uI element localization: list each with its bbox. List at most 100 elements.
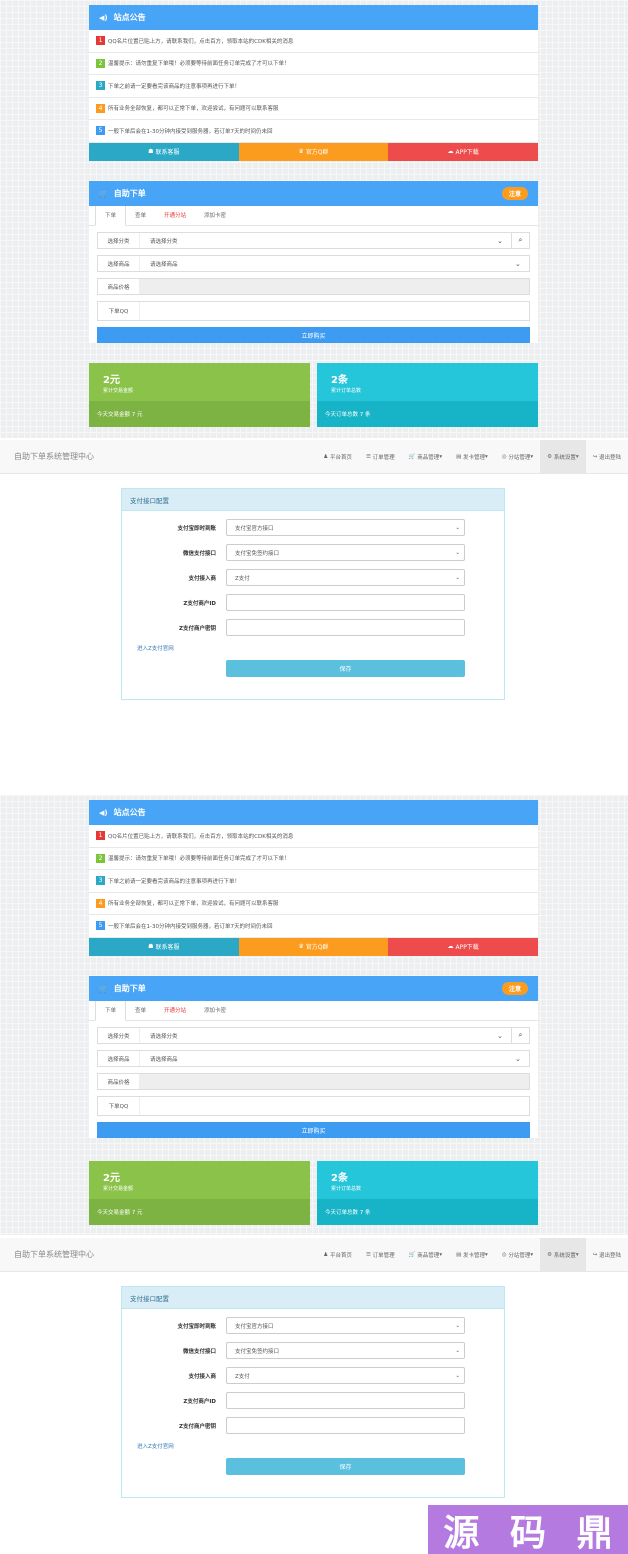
order-header: 🛒 自助下单 注意 <box>89 976 538 1001</box>
shop-section: ◀) 站点公告 1 QQ名片位置已贴上方，请联系我们，点击百方，领取本站的CDK相关… <box>0 795 628 1235</box>
tab-add-card[interactable]: 添加卡密 <box>195 211 235 225</box>
app-download-button[interactable]: ☁ APP下载 <box>388 937 539 956</box>
search-icon[interactable]: ⌕ <box>511 1028 529 1043</box>
chevron-down-icon: ⌄ <box>455 1322 460 1329</box>
wechat-select[interactable]: 支付宝免签约接口 ⌄ <box>226 1342 465 1359</box>
chevron-down-icon: ⌄ <box>515 259 521 268</box>
save-button[interactable]: 保存 <box>226 660 465 677</box>
nav-settings[interactable]: ⚙ 系统设置 ▾ <box>540 1238 586 1272</box>
chevron-down-icon: ⌄ <box>455 574 460 581</box>
merchant-key-input[interactable] <box>226 619 465 636</box>
chevron-down-icon: ⌄ <box>455 1347 460 1354</box>
chevron-down-icon: ⌄ <box>497 1031 503 1040</box>
speaker-icon: ◀) <box>99 13 108 22</box>
total-amount-card: 2元 累计交易金额 今天交易金额 7 元 <box>89 363 310 427</box>
tab-query[interactable]: 查单 <box>126 211 155 225</box>
notice-item: 2 温馨提示：请勿重复下单哦！必须要等待前面任务订单完成了才可以下单！ <box>89 848 538 870</box>
notice-item: 3 下单之前请一定要看完该商品的注意事项再进行下单！ <box>89 870 538 893</box>
buy-now-button[interactable]: 立即购买 <box>97 1122 530 1138</box>
search-icon[interactable]: ⌕ <box>511 233 529 248</box>
chevron-down-icon: ⌄ <box>455 524 460 531</box>
payment-config-panel: 支付接口配置 支付宝即时到账 支付宝官方接口 ⌄ 微信支付接口 支付宝免签约接口 ⌄ 支… <box>121 1286 505 1498</box>
product-select[interactable]: 选择商品 请选择商品 ⌄ <box>97 1050 530 1067</box>
notice-item: 4 所有业务全部恢复，都可以正常下单，欢迎尝试，有问题可以联系客服 <box>89 893 538 915</box>
product-select[interactable]: 选择商品 请选择商品 ⌄ <box>97 255 530 272</box>
tab-query[interactable]: 查单 <box>126 1006 155 1020</box>
brand[interactable]: 自助下单系统管理中心 <box>14 1249 94 1260</box>
price-field: 商品价格 <box>97 1073 530 1090</box>
merchant-key-input[interactable] <box>226 1417 465 1434</box>
nav-logout[interactable]: ↪ 退出登陆 <box>586 440 628 474</box>
announcement-header: ◀) 站点公告 <box>89 800 538 825</box>
nav-products[interactable]: 🛒 商品管理 ▾ <box>402 1238 449 1272</box>
save-button[interactable]: 保存 <box>226 1458 465 1475</box>
nav-substations[interactable]: ◎ 分站管理 ▾ <box>495 440 540 474</box>
nav-products[interactable]: 🛒 商品管理 ▾ <box>402 440 449 474</box>
contact-support-button[interactable]: ☗ 联系客服 <box>89 142 239 161</box>
payment-config-panel: 支付接口配置 支付宝即时到账 支付宝官方接口 ⌄ 微信支付接口 支付宝免签约接口 ⌄ 支… <box>121 488 505 700</box>
chevron-down-icon: ⌄ <box>515 1054 521 1063</box>
official-group-button[interactable]: ♛ 官方Q群 <box>238 142 389 161</box>
notice-pill-button[interactable]: 注意 <box>501 187 528 200</box>
nav-home[interactable]: ♟ 平台首页 <box>316 440 359 474</box>
notice-item: 5 一般下单后会在1-30分钟内接受到服务器，若订单7天的时间仍未回 <box>89 120 538 143</box>
cart-icon: 🛒 <box>99 984 108 993</box>
merchant-id-input[interactable] <box>226 594 465 611</box>
nav-orders[interactable]: ☰ 订单管理 <box>359 1238 402 1272</box>
chevron-down-icon: ⌄ <box>497 236 503 245</box>
panel-title: 支付接口配置 <box>122 1287 504 1309</box>
qq-input[interactable]: 下单QQ <box>97 1096 530 1116</box>
zpay-site-link[interactable]: 进入Z支付官网 <box>137 1442 504 1450</box>
admin-navbar: 自助下单系统管理中心 ♟ 平台首页 ☰ 订单管理 🛒 商品管理 ▾ ▤ 发卡管理 ▾… <box>0 440 628 474</box>
nav-substations[interactable]: ◎ 分站管理 ▾ <box>495 1238 540 1272</box>
merchant-id-input[interactable] <box>226 1392 465 1409</box>
chevron-down-icon: ⌄ <box>455 1372 460 1379</box>
order-panel: 🛒 自助下单 注意 下单 查单 开通分站 添加卡密 选择分类 请选择分类 ⌄ ⌕ 选择商品… <box>89 976 538 1138</box>
notice-item: 4 所有业务全部恢复，都可以正常下单，欢迎尝试，有问题可以联系客服 <box>89 98 538 120</box>
nav-cards[interactable]: ▤ 发卡管理 ▾ <box>449 440 495 474</box>
brand[interactable]: 自助下单系统管理中心 <box>14 451 94 462</box>
nav-orders[interactable]: ☰ 订单管理 <box>359 440 402 474</box>
announcement-panel: ◀) 站点公告 1 QQ名片位置已贴上方，请联系我们，点击百方，领取本站的CDK相关… <box>89 800 539 956</box>
notice-pill-button[interactable]: 注意 <box>501 982 528 995</box>
alipay-select[interactable]: 支付宝官方接口 ⌄ <box>226 1317 465 1334</box>
category-select[interactable]: 选择分类 请选择分类 ⌄ ⌕ <box>97 1027 530 1044</box>
provider-select[interactable]: Z支付 ⌄ <box>226 569 465 586</box>
tab-order[interactable]: 下单 <box>95 205 127 226</box>
order-tabs: 下单 查单 开通分站 添加卡密 <box>89 1000 538 1021</box>
app-download-button[interactable]: ☁ APP下载 <box>388 142 539 161</box>
announcement-header: ◀) 站点公告 <box>89 5 538 30</box>
total-orders-card: 2条 累计订单总数 今天订单总数 7 条 <box>317 363 538 427</box>
official-group-button[interactable]: ♛ 官方Q群 <box>238 937 389 956</box>
admin-section: 自助下单系统管理中心 ♟ 平台首页 ☰ 订单管理 🛒 商品管理 ▾ ▤ 发卡管理 ▾… <box>0 440 628 760</box>
notice-item: 2 温馨提示：请勿重复下单哦！必须要等待前面任务订单完成了才可以下单！ <box>89 53 538 75</box>
speaker-icon: ◀) <box>99 808 108 817</box>
nav-settings[interactable]: ⚙ 系统设置 ▾ <box>540 440 586 474</box>
order-tabs: 下单 查单 开通分站 添加卡密 <box>89 205 538 226</box>
tab-open-substation[interactable]: 开通分站 <box>155 1006 195 1020</box>
nav-logout[interactable]: ↪ 退出登陆 <box>586 1238 628 1272</box>
order-panel: 🛒 自助下单 注意 下单 查单 开通分站 添加卡密 选择分类 请选择分类 ⌄ ⌕ 选择商品… <box>89 181 538 343</box>
watermark: 源 码 鼎 <box>428 1505 628 1554</box>
order-header: 🛒 自助下单 注意 <box>89 181 538 206</box>
wechat-select[interactable]: 支付宝免签约接口 ⌄ <box>226 544 465 561</box>
tab-open-substation[interactable]: 开通分站 <box>155 211 195 225</box>
contact-support-button[interactable]: ☗ 联系客服 <box>89 937 239 956</box>
provider-select[interactable]: Z支付 ⌄ <box>226 1367 465 1384</box>
notice-item: 3 下单之前请一定要看完该商品的注意事项再进行下单！ <box>89 75 538 98</box>
zpay-site-link[interactable]: 进入Z支付官网 <box>137 644 504 652</box>
notice-item: 1 QQ名片位置已贴上方，请联系我们，点击百方，领取本站的CDK相关的消息 <box>89 825 538 848</box>
nav-cards[interactable]: ▤ 发卡管理 ▾ <box>449 1238 495 1272</box>
nav-home[interactable]: ♟ 平台首页 <box>316 1238 359 1272</box>
tab-order[interactable]: 下单 <box>95 1000 127 1021</box>
price-field: 商品价格 <box>97 278 530 295</box>
buy-now-button[interactable]: 立即购买 <box>97 327 530 343</box>
qq-input[interactable]: 下单QQ <box>97 301 530 321</box>
category-select[interactable]: 选择分类 请选择分类 ⌄ ⌕ <box>97 232 530 249</box>
total-amount-card: 2元 累计交易金额 今天交易金额 7 元 <box>89 1161 310 1225</box>
alipay-select[interactable]: 支付宝官方接口 ⌄ <box>226 519 465 536</box>
announcement-panel: ◀) 站点公告 1 QQ名片位置已贴上方，请联系我们，点击百方，领取本站的CDK相关… <box>89 5 539 161</box>
shop-section: ◀) 站点公告 1 QQ名片位置已贴上方，请联系我们，点击百方，领取本站的CDK相关… <box>0 0 628 438</box>
total-orders-card: 2条 累计订单总数 今天订单总数 7 条 <box>317 1161 538 1225</box>
tab-add-card[interactable]: 添加卡密 <box>195 1006 235 1020</box>
